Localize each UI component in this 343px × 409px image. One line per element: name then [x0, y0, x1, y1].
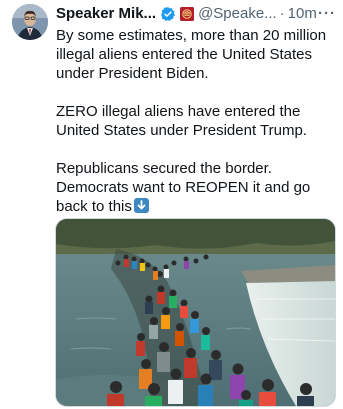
crowd-crossing-river-photo [56, 219, 335, 406]
tweet-header: Speaker Mik... @Speake... · 10m ··· [56, 4, 336, 24]
down-arrow-emoji-icon [133, 198, 149, 213]
avatar-image [12, 4, 48, 40]
tweet[interactable]: Speaker Mik... @Speake... · 10m ··· By s… [0, 0, 343, 409]
author-handle[interactable]: @Speake... [198, 4, 277, 24]
tweet-media-photo[interactable] [55, 218, 336, 407]
avatar[interactable] [12, 4, 48, 40]
author-name[interactable]: Speaker Mik... [56, 4, 156, 24]
house-seal-icon[interactable] [180, 7, 195, 21]
tweet-paragraph: ZERO illegal aliens have entered the Uni… [56, 103, 307, 139]
tweet-paragraph-text: Republicans secured the border. Democrat… [56, 160, 311, 215]
tweet-paragraph-last: Republicans secured the border. Democrat… [56, 159, 338, 216]
more-options-icon[interactable]: ··· [318, 4, 336, 24]
tweet-paragraph: By some estimates, more than 20 million … [56, 27, 327, 82]
timestamp[interactable]: 10m [288, 4, 317, 24]
separator-dot: · [279, 5, 285, 22]
verified-badge-icon[interactable] [160, 6, 176, 22]
tweet-text: By some estimates, more than 20 million … [56, 26, 338, 216]
